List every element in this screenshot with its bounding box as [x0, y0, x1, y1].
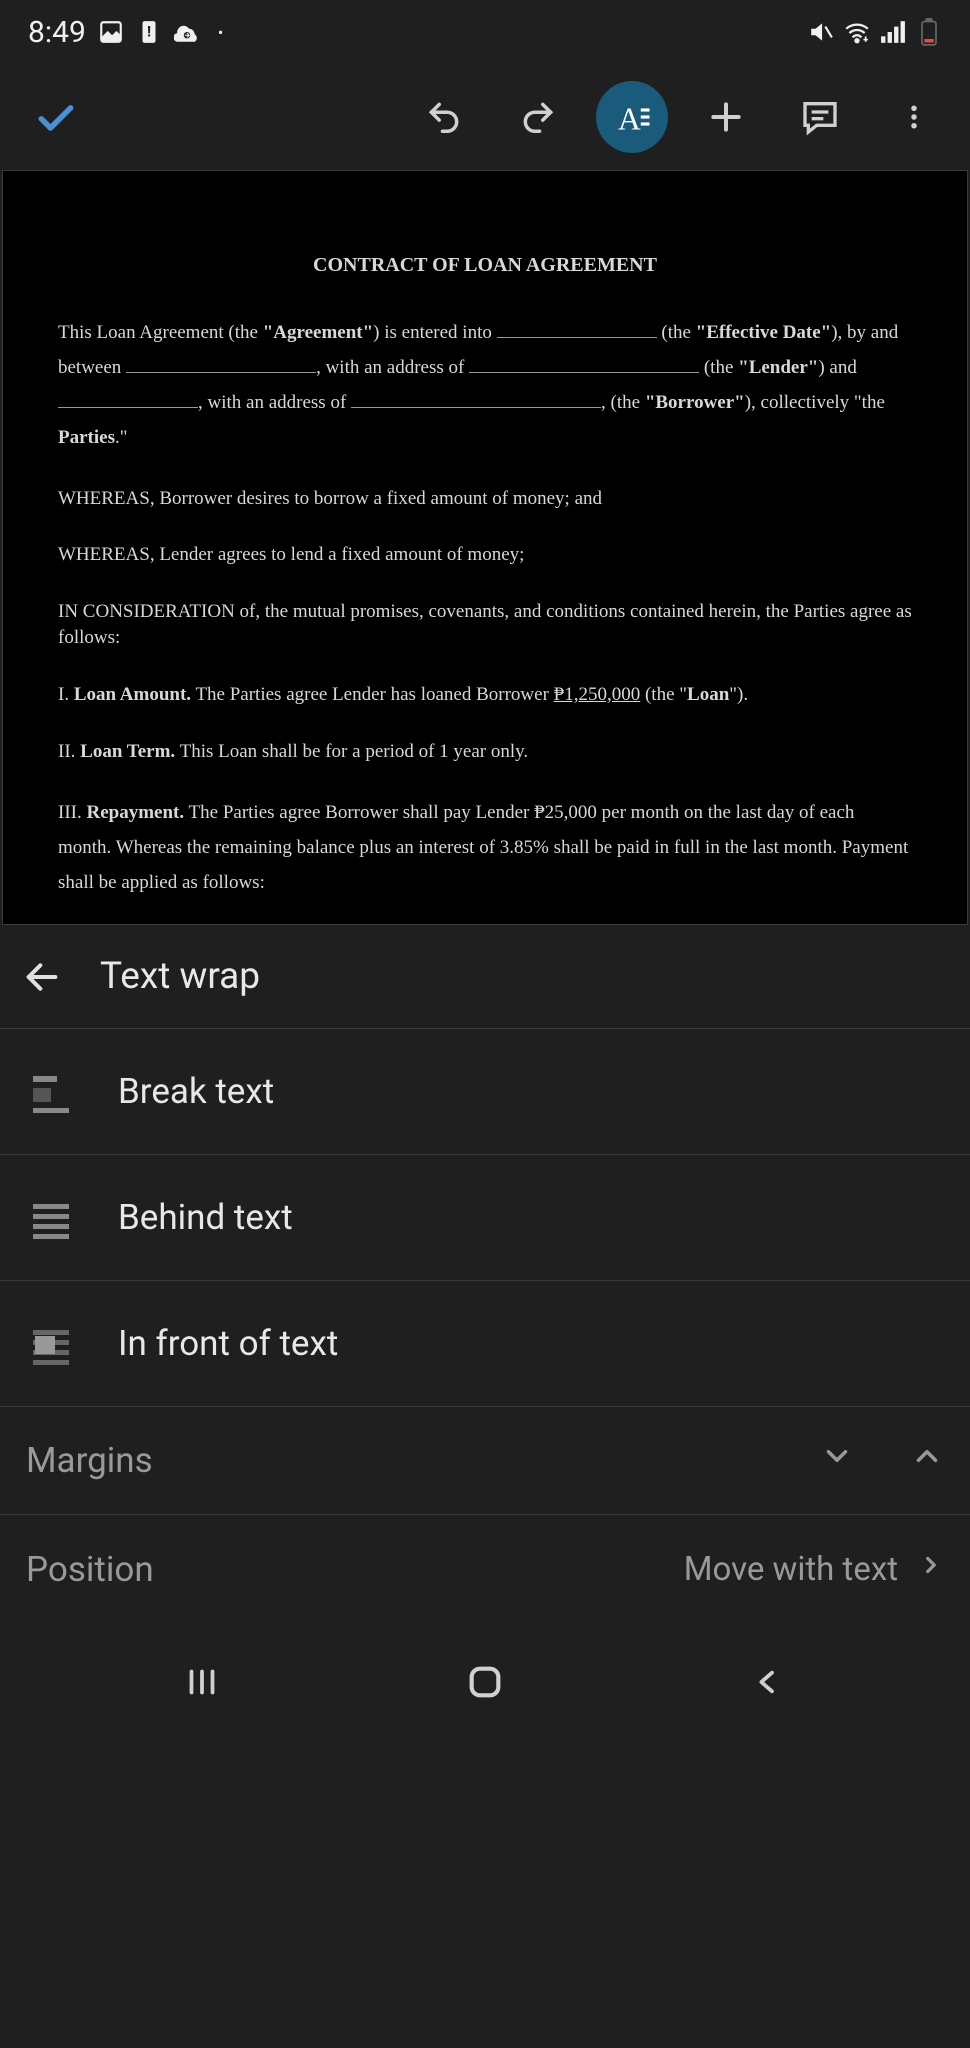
doc-whereas2: WHEREAS, Lender agrees to lend a fixed a…	[58, 542, 912, 569]
margins-row[interactable]: Margins	[0, 1407, 970, 1515]
sheet-header: Text wrap	[0, 925, 970, 1029]
image-icon	[98, 19, 124, 45]
margins-label: Margins	[26, 1440, 153, 1481]
option-break-text[interactable]: Break text	[0, 1029, 970, 1155]
wifi-icon	[844, 19, 870, 45]
sheet-title: Text wrap	[100, 955, 260, 998]
status-left: 8:49 ! •	[28, 15, 223, 50]
doc-whereas1: WHEREAS, Borrower desires to borrow a fi…	[58, 486, 912, 513]
home-button[interactable]	[445, 1657, 525, 1707]
break-text-icon	[26, 1067, 76, 1117]
option-behind-text[interactable]: Behind text	[0, 1155, 970, 1281]
mute-icon	[808, 19, 834, 45]
cloud-sync-icon	[174, 19, 200, 45]
recents-button[interactable]	[162, 1657, 242, 1707]
doc-intro: This Loan Agreement (the "Agreement") is…	[58, 315, 912, 456]
option-label: In front of text	[118, 1323, 338, 1364]
done-button[interactable]	[20, 81, 92, 153]
option-label: Break text	[118, 1071, 274, 1112]
doc-title: CONTRACT OF LOAN AGREEMENT	[58, 251, 912, 279]
format-button[interactable]: A	[596, 81, 668, 153]
position-row[interactable]: Position Move with text	[0, 1515, 970, 1623]
increase-button[interactable]	[910, 1439, 944, 1482]
undo-button[interactable]	[408, 81, 480, 153]
comment-button[interactable]	[784, 81, 856, 153]
status-right	[808, 19, 942, 45]
alert-icon: !	[136, 19, 162, 45]
doc-section-3: III. Repayment. The Parties agree Borrow…	[58, 795, 912, 900]
redo-button[interactable]	[502, 81, 574, 153]
signal-icon	[880, 19, 906, 45]
svg-text:!: !	[147, 22, 151, 40]
editor-toolbar: A	[0, 64, 970, 170]
battery-icon	[916, 19, 942, 45]
doc-consideration: IN CONSIDERATION of, the mutual promises…	[58, 599, 912, 652]
status-bar: 8:49 ! •	[0, 0, 970, 64]
back-button[interactable]	[22, 957, 62, 997]
insert-button[interactable]	[690, 81, 762, 153]
navigation-bar	[0, 1623, 970, 1741]
doc-section-1: I. Loan Amount. The Parties agree Lender…	[58, 682, 912, 709]
position-label: Position	[26, 1549, 154, 1590]
svg-text:A: A	[618, 101, 641, 136]
option-label: Behind text	[118, 1197, 293, 1238]
doc-section-2: II. Loan Term. This Loan shall be for a …	[58, 739, 912, 766]
position-value: Move with text	[684, 1550, 898, 1589]
text-wrap-sheet: Text wrap Break text Behind text In fron…	[0, 925, 970, 1623]
notification-dot-icon: •	[218, 23, 223, 42]
more-button[interactable]	[878, 81, 950, 153]
back-nav-button[interactable]	[728, 1657, 808, 1707]
decrease-button[interactable]	[820, 1439, 854, 1482]
chevron-right-icon	[918, 1548, 944, 1591]
in-front-text-icon	[26, 1319, 76, 1369]
status-time: 8:49	[28, 15, 86, 50]
behind-text-icon	[26, 1193, 76, 1243]
option-in-front-of-text[interactable]: In front of text	[0, 1281, 970, 1407]
document-canvas[interactable]: CONTRACT OF LOAN AGREEMENT This Loan Agr…	[2, 170, 968, 925]
